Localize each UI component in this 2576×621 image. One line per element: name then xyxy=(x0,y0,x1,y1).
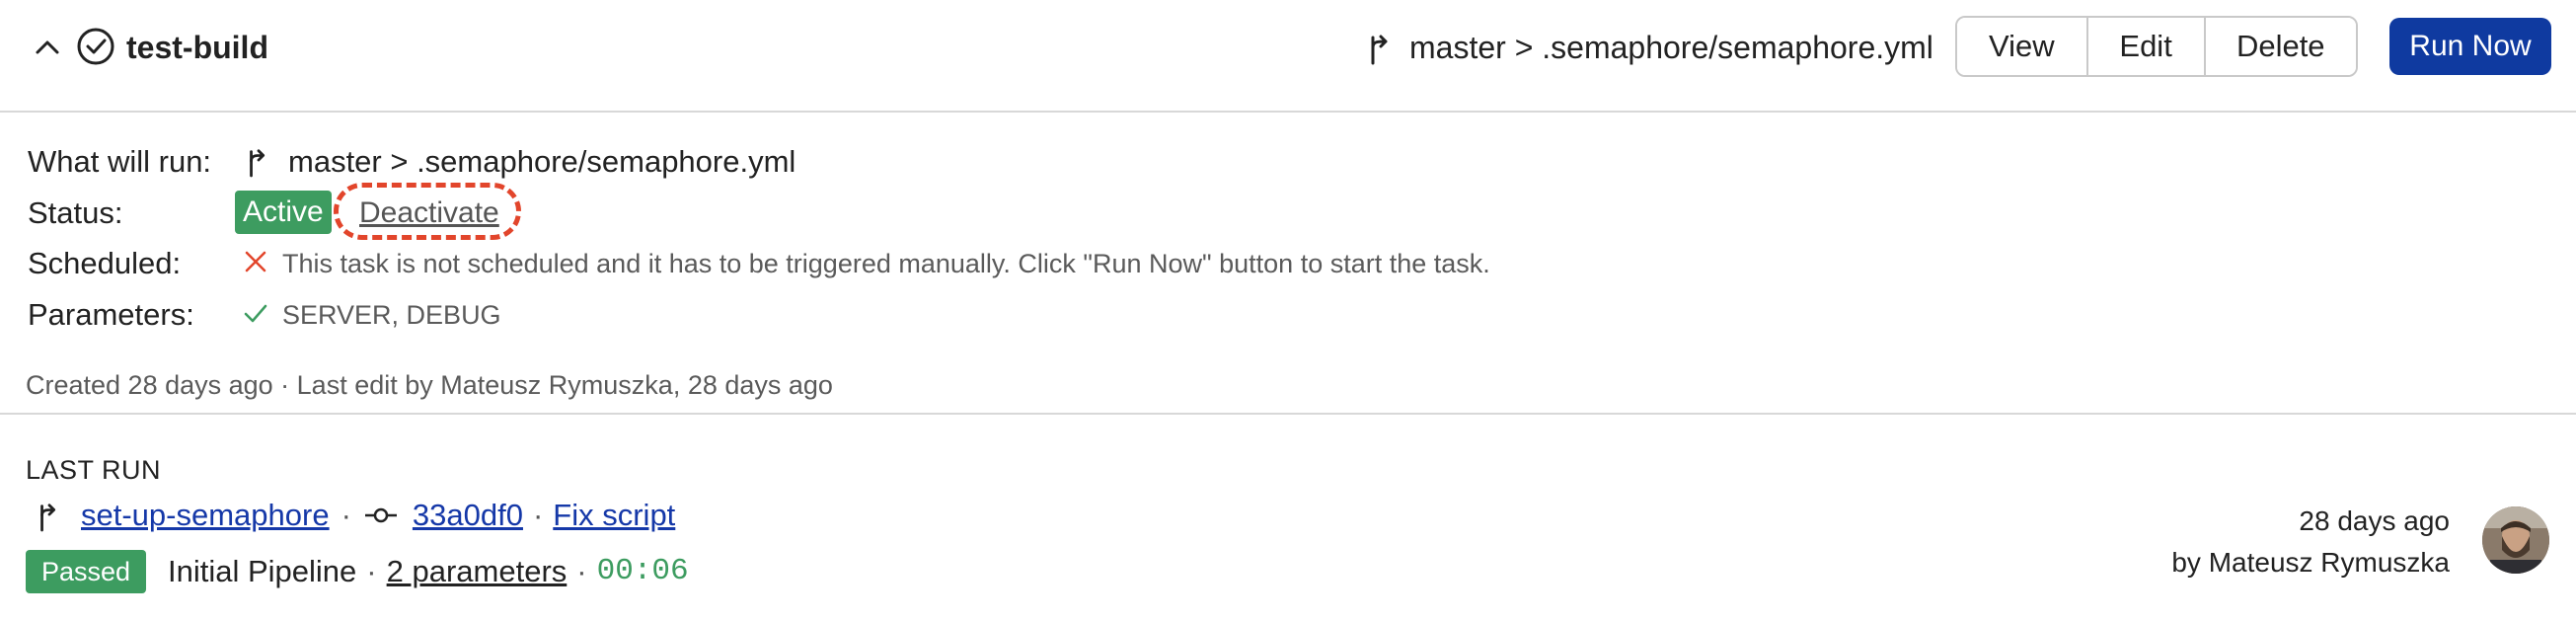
branch-icon xyxy=(1366,30,1396,70)
parameters-value: SERVER, DEBUG xyxy=(282,300,501,330)
chevron-up-icon[interactable] xyxy=(34,34,61,66)
edit-button[interactable]: Edit xyxy=(2085,18,2204,75)
run-now-button[interactable]: Run Now xyxy=(2389,18,2551,75)
parameters-link[interactable]: 2 parameters xyxy=(387,552,568,591)
what-will-run-label: What will run: xyxy=(28,144,212,179)
run-time-ago: 28 days ago xyxy=(2299,505,2450,536)
check-circle-icon xyxy=(75,26,116,72)
separator: · xyxy=(341,498,351,532)
view-button[interactable]: View xyxy=(1957,18,2086,75)
separator: · xyxy=(366,554,377,588)
status-label: Status: xyxy=(28,195,123,230)
deactivate-link[interactable]: Deactivate xyxy=(359,194,499,233)
branch-icon xyxy=(245,144,272,183)
commit-link[interactable]: 33a0df0 xyxy=(413,496,523,535)
what-will-run-value: master > .semaphore/semaphore.yml xyxy=(288,144,796,179)
task-meta: Created 28 days ago · Last edit by Mateu… xyxy=(26,370,833,400)
action-button-group: View Edit Delete xyxy=(1955,16,2358,77)
separator: · xyxy=(576,554,587,588)
header-branch-path: master > .semaphore/semaphore.yml xyxy=(1409,30,1933,65)
run-author: by Mateusz Rymuszka xyxy=(2171,547,2450,578)
result-badge: Passed xyxy=(26,550,147,593)
last-run-heading: LAST RUN xyxy=(26,455,162,485)
status-badge: Active xyxy=(235,191,332,234)
last-run-pipeline: Initial Pipeline · 2 parameters · 00:06 xyxy=(168,552,689,591)
section-divider xyxy=(0,413,2576,415)
scheduled-label: Scheduled: xyxy=(28,246,182,280)
delete-button[interactable]: Delete xyxy=(2203,18,2356,75)
avatar[interactable] xyxy=(2482,506,2549,574)
separator: · xyxy=(532,498,544,532)
x-icon xyxy=(243,249,268,279)
commit-message-link[interactable]: Fix script xyxy=(553,496,675,535)
commit-icon xyxy=(363,505,399,525)
parameters-label: Parameters: xyxy=(28,297,194,332)
task-title: test-build xyxy=(126,30,268,65)
duration: 00:06 xyxy=(596,554,689,588)
branch-link[interactable]: set-up-semaphore xyxy=(81,496,330,535)
pipeline-name: Initial Pipeline xyxy=(168,554,357,588)
check-icon xyxy=(243,300,268,331)
last-run-source: set-up-semaphore · 33a0df0 · Fix script xyxy=(36,496,675,535)
branch-icon xyxy=(36,499,63,532)
scheduled-value: This task is not scheduled and it has to… xyxy=(282,249,1490,278)
